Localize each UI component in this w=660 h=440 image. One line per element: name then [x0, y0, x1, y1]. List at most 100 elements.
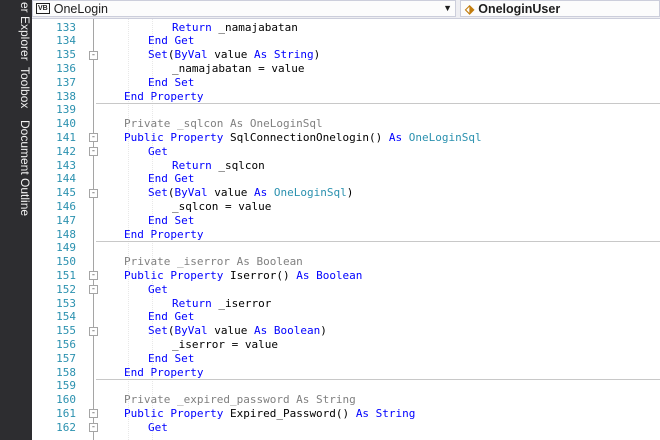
line-number: 155	[56, 324, 76, 338]
code-line[interactable]: 143 Return _sqlcon	[32, 159, 660, 173]
vb-file-icon: VB	[36, 3, 50, 14]
code-text: Get	[148, 420, 168, 434]
code-text: Get	[148, 282, 168, 296]
class-icon: ⬗	[465, 1, 475, 16]
code-line[interactable]: 155 Set(ByVal value As Boolean)	[32, 324, 660, 338]
code-line[interactable]: 136 _namajabatan = value	[32, 62, 660, 76]
code-line[interactable]: 139	[32, 103, 660, 117]
code-text: Set(ByVal value As String)	[148, 48, 321, 62]
chevron-down-icon: ▼	[443, 3, 452, 13]
line-number: 142	[56, 144, 76, 158]
line-number: 150	[56, 255, 76, 269]
code-line[interactable]: 147 End Set	[32, 214, 660, 228]
project-dropdown[interactable]: VB OneLogin ▼	[32, 0, 456, 17]
code-text: Return _iserror	[172, 296, 272, 310]
type-dropdown-value: OneloginUser	[478, 1, 561, 16]
line-number: 149	[56, 241, 76, 255]
code-line[interactable]: 157 End Set	[32, 352, 660, 366]
line-number: 161	[56, 406, 76, 420]
code-text: End Set	[148, 75, 195, 89]
line-number: 146	[56, 199, 76, 213]
line-number: 156	[56, 337, 76, 351]
indent-guide	[128, 19, 129, 440]
line-number: 143	[56, 158, 76, 172]
line-number: 141	[56, 130, 76, 144]
line-number: 159	[56, 379, 76, 393]
code-line[interactable]: 162 Get	[32, 421, 660, 435]
code-text: Public Property Iserror() As Boolean	[124, 268, 363, 282]
code-text: _sqlcon = value	[172, 199, 272, 213]
code-text: Private _sqlcon As OneLoginSql	[124, 117, 323, 131]
line-number: 153	[56, 296, 76, 310]
code-line[interactable]: 148 End Property	[32, 228, 660, 242]
side-tool-strip: er Explorer Toolbox Document Outline	[0, 0, 32, 440]
code-line[interactable]: 149	[32, 241, 660, 255]
collapse-icon[interactable]: -	[89, 326, 98, 336]
collapse-icon[interactable]: -	[89, 423, 98, 433]
code-text: Set(ByVal value As OneLoginSql)	[148, 186, 354, 200]
code-line[interactable]: 137 End Set	[32, 76, 660, 90]
line-number: 148	[56, 227, 76, 241]
code-text: End Property	[124, 227, 204, 241]
code-line[interactable]: 151 Public Property Iserror() As Boolean	[32, 269, 660, 283]
navigation-bar: VB OneLogin ▼ ⬗ OneloginUser	[32, 0, 660, 19]
type-dropdown[interactable]: ⬗ OneloginUser	[460, 0, 660, 17]
code-line[interactable]: 138 End Property	[32, 90, 660, 104]
line-number: 134	[56, 34, 76, 48]
line-number: 138	[56, 89, 76, 103]
code-line[interactable]: 146 _sqlcon = value	[32, 200, 660, 214]
code-line[interactable]: 160 Private _expired_password As String	[32, 393, 660, 407]
collapse-icon[interactable]: -	[89, 50, 98, 60]
line-number: 157	[56, 351, 76, 365]
line-number: 152	[56, 282, 76, 296]
collapse-icon[interactable]: -	[89, 271, 98, 281]
collapse-icon[interactable]: -	[89, 285, 98, 295]
code-text: End Get	[148, 310, 195, 324]
line-number: 160	[56, 393, 76, 407]
code-line[interactable]: 142 Get	[32, 145, 660, 159]
code-line[interactable]: 140 Private _sqlcon As OneLoginSql	[32, 117, 660, 131]
code-editor[interactable]: 133 Return _namajabatan 134 End Get 135 Set(B…	[32, 19, 660, 440]
line-number: 147	[56, 213, 76, 227]
code-line[interactable]: 135 Set(ByVal value As String)	[32, 48, 660, 62]
code-text: Return _sqlcon	[172, 158, 265, 172]
document-outline-tab[interactable]: Document Outline	[0, 118, 32, 218]
line-number: 154	[56, 310, 76, 324]
code-line[interactable]: 154 End Get	[32, 310, 660, 324]
code-text: End Set	[148, 213, 195, 227]
line-number: 145	[56, 186, 76, 200]
code-line[interactable]: 141 Public Property SqlConnectionOnelogin…	[32, 131, 660, 145]
code-line[interactable]: 161 Public Property Expired_Password() As…	[32, 407, 660, 421]
collapse-icon[interactable]: -	[89, 133, 98, 143]
toolbox-tab[interactable]: Toolbox	[0, 66, 32, 110]
code-text: Private _iserror As Boolean	[124, 255, 303, 269]
line-number: 137	[56, 75, 76, 89]
code-line[interactable]: 159	[32, 379, 660, 393]
code-line[interactable]: 144 End Get	[32, 172, 660, 186]
project-dropdown-value: OneLogin	[53, 1, 108, 16]
code-text: _namajabatan = value	[172, 61, 305, 75]
collapse-icon[interactable]: -	[89, 147, 98, 157]
code-line[interactable]: 153 Return _iserror	[32, 297, 660, 311]
code-text: Return _namajabatan	[172, 20, 298, 34]
solution-explorer-tab[interactable]: er Explorer	[0, 2, 32, 61]
line-number: 135	[56, 48, 76, 62]
code-line[interactable]: 134 End Get	[32, 34, 660, 48]
code-text: End Property	[124, 365, 204, 379]
code-line[interactable]: 152 Get	[32, 283, 660, 297]
line-number: 151	[56, 268, 76, 282]
line-number: 162	[56, 420, 76, 434]
line-number: 139	[56, 103, 76, 117]
collapse-icon[interactable]: -	[89, 188, 98, 198]
code-text: Public Property Expired_Password() As St…	[124, 406, 416, 420]
collapse-icon[interactable]: -	[89, 409, 98, 419]
indent-guide	[152, 19, 153, 440]
line-number: 144	[56, 172, 76, 186]
code-line[interactable]: 133 Return _namajabatan	[32, 21, 660, 35]
code-line[interactable]: 158 End Property	[32, 366, 660, 380]
line-number: 133	[56, 20, 76, 34]
code-text: End Get	[148, 34, 195, 48]
code-line[interactable]: 150 Private _iserror As Boolean	[32, 255, 660, 269]
code-line[interactable]: 145 Set(ByVal value As OneLoginSql)	[32, 186, 660, 200]
code-line[interactable]: 156 _iserror = value	[32, 338, 660, 352]
